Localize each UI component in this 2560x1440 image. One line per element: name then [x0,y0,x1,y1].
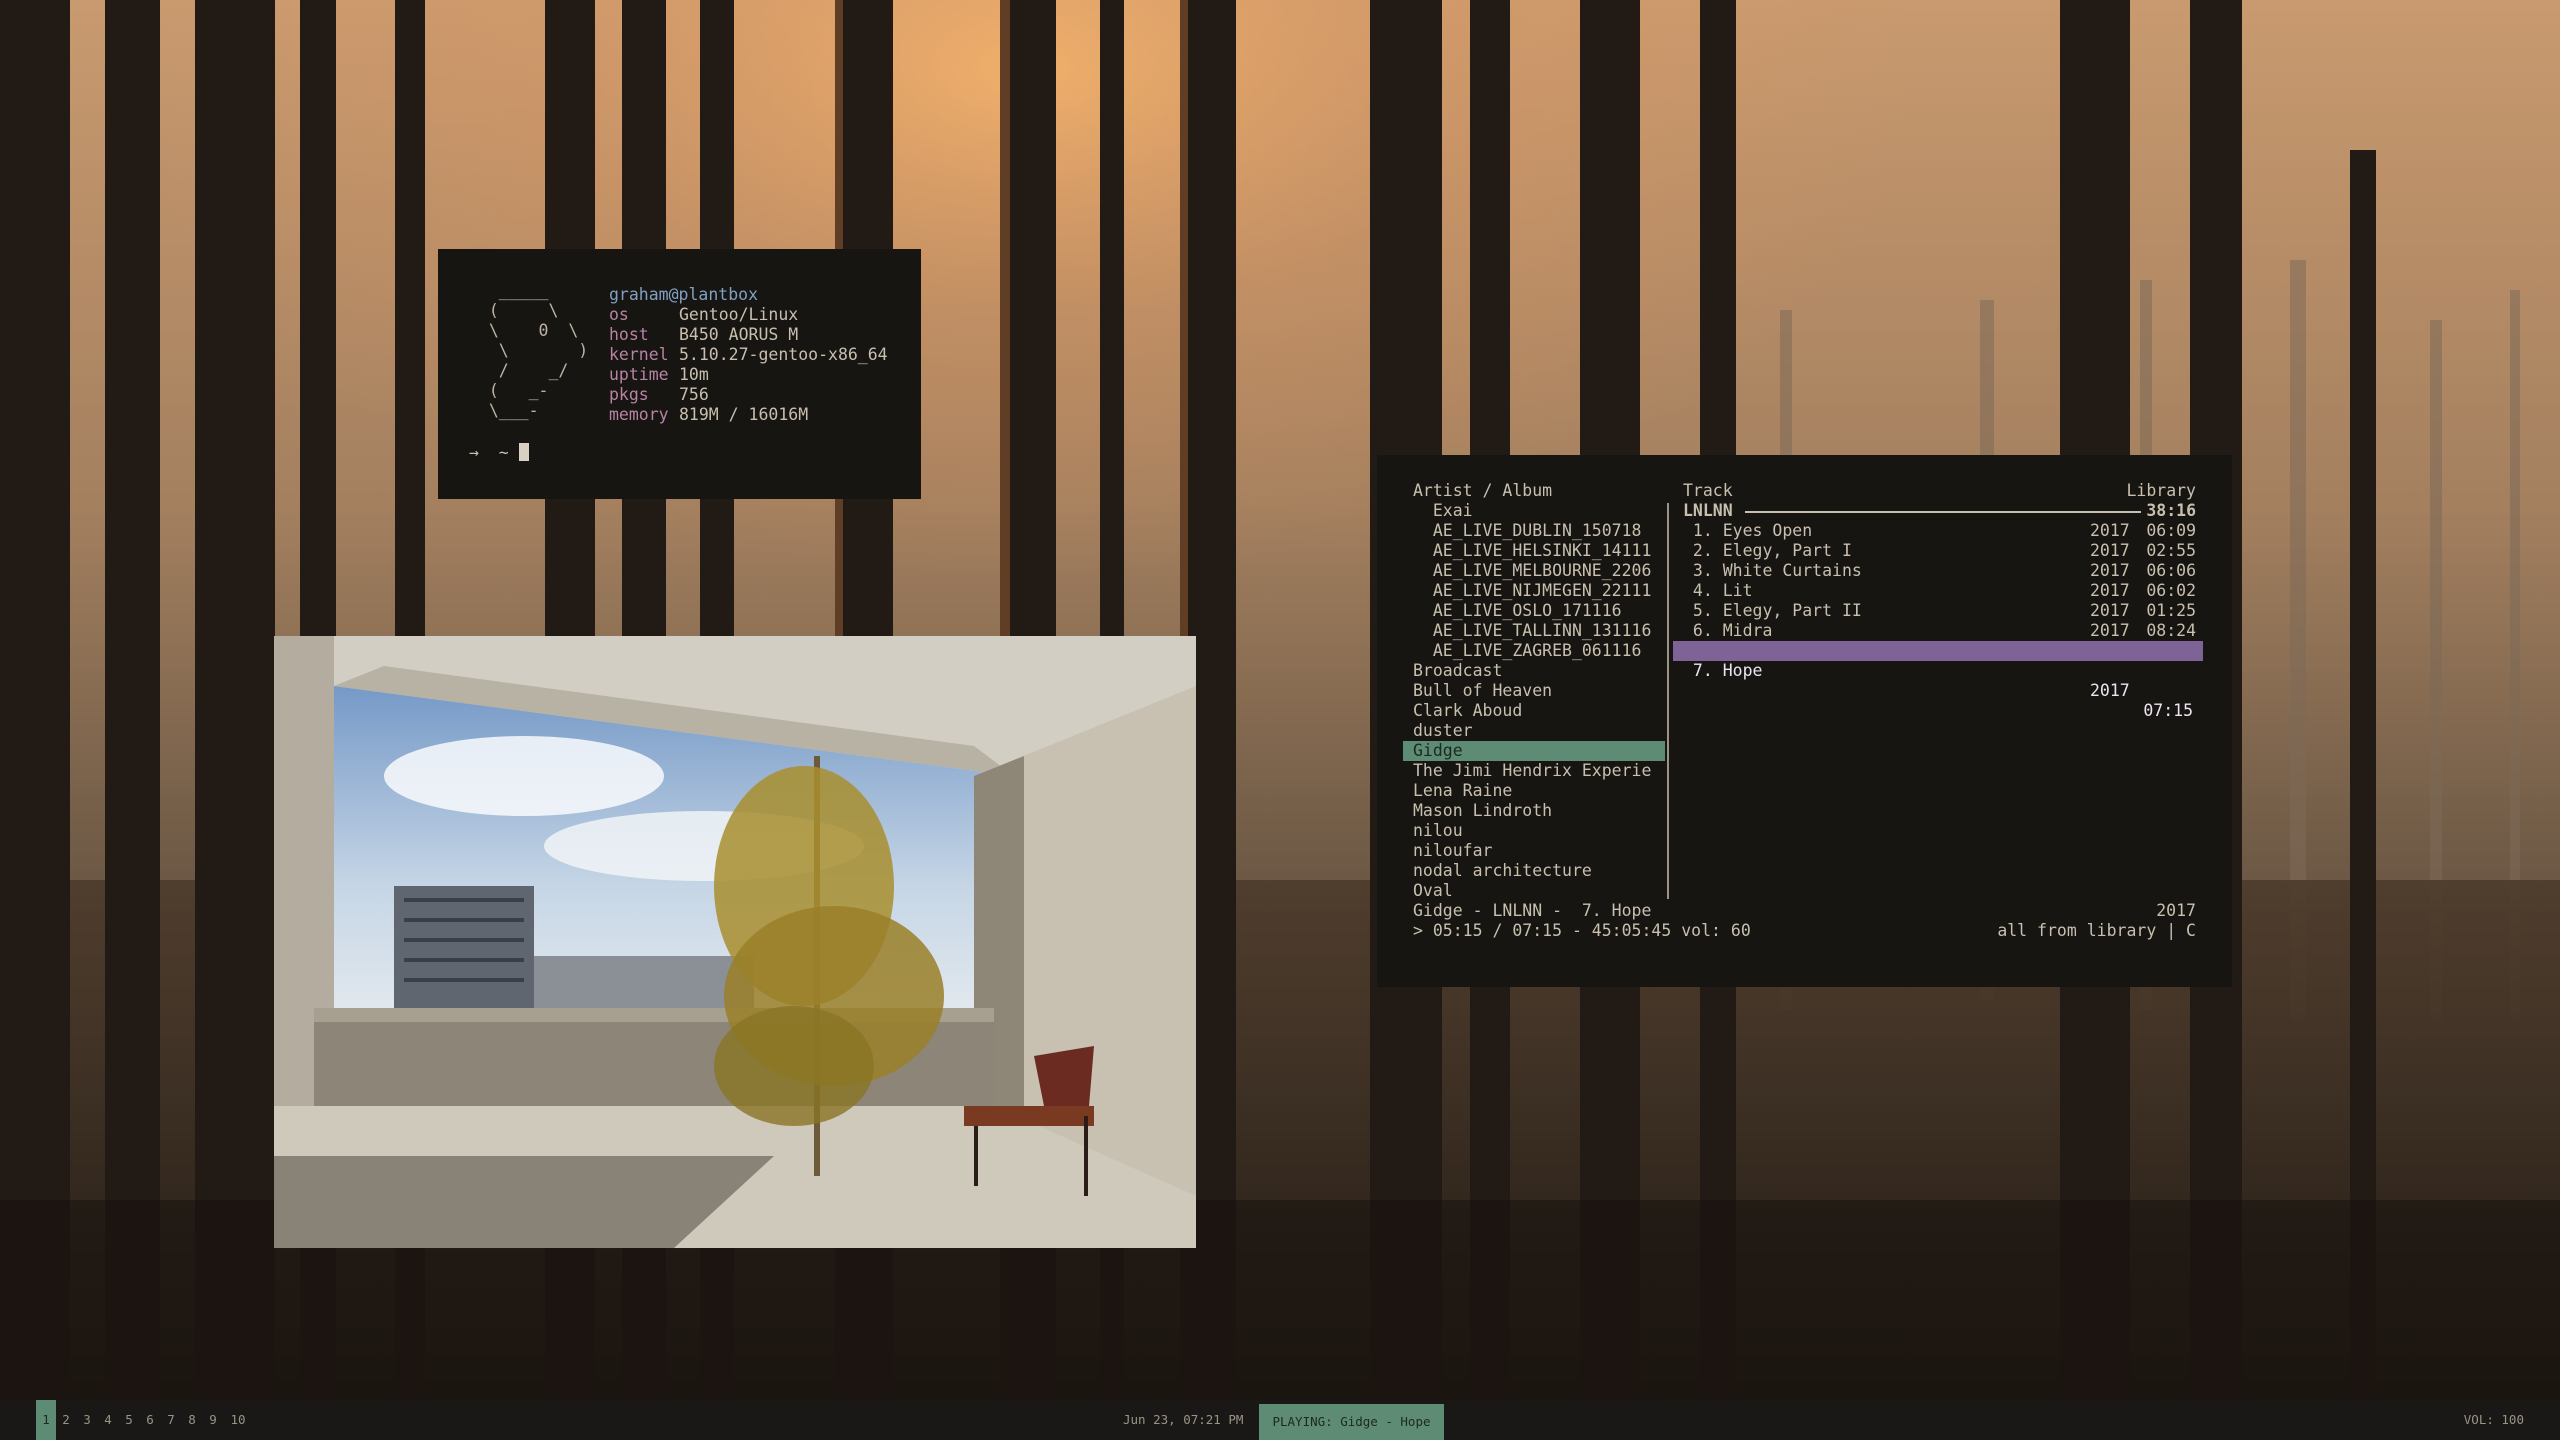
track-title: 3. White Curtains [1683,561,1862,580]
host-key: host [609,325,649,344]
track-title: 2. Elegy, Part I [1683,541,1852,560]
list-item[interactable]: AE_LIVE_HELSINKI_14111 [1413,541,1652,561]
list-item-selected[interactable]: Gidge [1403,741,1665,761]
distro-ascii-logo: _____ ( \ \ 0 \ \ ) / _/ ( _- \___- [488,281,589,420]
workspace-5[interactable]: 5 [119,1400,139,1440]
prompt-text: → ~ [469,443,519,462]
track-year: 2017 [2090,601,2130,620]
track-length: 06:09 [2146,521,2196,540]
track-length: 06:06 [2146,561,2196,580]
status-bar: 1 2 3 4 5 6 7 8 9 10 Jun 23, 07:21 PM PL… [0,1400,2560,1440]
now-playing-widget[interactable]: PLAYING: Gidge - Hope [1259,1404,1444,1440]
list-item[interactable]: nodal architecture [1413,861,1592,881]
workspace-2[interactable]: 2 [56,1400,76,1440]
album-length: 38:16 [2146,501,2196,520]
track-title: 1. Eyes Open [1683,521,1813,540]
kernel-key: kernel [609,345,669,364]
text-cursor [518,443,529,461]
user-host: graham@plantbox [609,285,759,304]
track-year: 2017 [2090,681,2130,700]
list-item[interactable]: Broadcast [1413,661,1502,681]
list-item[interactable]: niloufar [1413,841,1492,861]
track-title: 4. Lit [1683,581,1753,600]
clock: Jun 23, 07:21 PM [1123,1412,1244,1427]
track-length: 01:25 [2146,601,2196,620]
workspace-10[interactable]: 10 [226,1400,250,1440]
list-item[interactable]: nilou [1413,821,1463,841]
pane-divider [1667,503,1669,899]
list-item[interactable]: Clark Aboud [1413,701,1522,721]
list-item[interactable]: Exai [1413,501,1473,521]
shell-prompt[interactable]: → ~ [469,443,529,463]
track-title: 5. Elegy, Part II [1683,601,1862,620]
status-year: 2017 [2156,901,2196,920]
track-title: 6. Midra [1683,621,1773,640]
album-title: LNLNN [1683,501,1733,520]
workspace-6[interactable]: 6 [140,1400,160,1440]
memory-key: memory [609,405,669,424]
host-value: B450 AORUS M [679,325,799,344]
list-item[interactable]: Mason Lindroth [1413,801,1552,821]
memory-value: 819M / 16016M [679,405,809,424]
uptime-value: 10m [679,365,709,384]
library-header: Library [2126,481,2196,500]
list-item[interactable]: Lena Raine [1413,781,1512,801]
list-item[interactable]: AE_LIVE_TALLINN_131116 [1413,621,1652,641]
list-item[interactable]: AE_LIVE_OSLO_171116 [1413,601,1622,621]
track-length: 07:15 [2143,701,2193,720]
track-year: 2017 [2090,521,2130,540]
image-viewer-window[interactable] [274,636,1196,1248]
playback-progress: > 05:15 / 07:15 - 45:05:45 vol: 60 [1413,921,1751,940]
list-item[interactable]: AE_LIVE_ZAGREB_061116 [1413,641,1642,661]
album-rule [1745,511,2141,513]
list-item[interactable]: duster [1413,721,1473,741]
track-title: 7. Hope [1683,661,1763,680]
workspace-3[interactable]: 3 [77,1400,97,1440]
os-value: Gentoo/Linux [679,305,799,324]
track-length: 02:55 [2146,541,2196,560]
track-year: 2017 [2090,581,2130,600]
pkgs-key: pkgs [609,385,649,404]
list-item[interactable]: AE_LIVE_MELBOURNE_2206 [1413,561,1652,581]
playback-mode: all from library | C [1997,921,2196,940]
os-key: os [609,305,629,324]
workspace-8[interactable]: 8 [182,1400,202,1440]
list-item[interactable]: AE_LIVE_NIJMEGEN_22111 [1413,581,1652,601]
track-length: 06:02 [2146,581,2196,600]
pkgs-value: 756 [679,385,709,404]
track-year: 2017 [2090,561,2130,580]
track-year: 2017 [2090,621,2130,640]
kernel-value: 5.10.27-gentoo-x86_64 [679,345,888,364]
track-header: Track [1683,481,1733,500]
track-year: 2017 [2090,541,2130,560]
now-playing-status: Gidge - LNLNN - 7. Hope [1413,901,1652,920]
table-row-selected[interactable]: 7. Hope 2017 07:15 [1673,641,2203,720]
list-item[interactable]: The Jimi Hendrix Experie [1413,761,1651,781]
list-item[interactable]: Oval [1413,881,1453,901]
artist-album-header: Artist / Album [1413,481,1553,500]
uptime-key: uptime [609,365,669,384]
track-length: 08:24 [2146,621,2196,640]
fetch-terminal-window[interactable]: _____ ( \ \ 0 \ \ ) / _/ ( _- \___- grah… [438,249,921,499]
volume-indicator[interactable]: VOL: 100 [2464,1400,2524,1440]
music-player-window[interactable]: Artist / Album Track Library Exai AE_LIV… [1377,455,2232,987]
workspace-4[interactable]: 4 [98,1400,118,1440]
list-item[interactable]: Bull of Heaven [1413,681,1552,701]
workspace-9[interactable]: 9 [203,1400,223,1440]
workspace-1[interactable]: 1 [36,1400,56,1440]
list-item[interactable]: AE_LIVE_DUBLIN_150718 [1413,521,1642,541]
workspace-7[interactable]: 7 [161,1400,181,1440]
